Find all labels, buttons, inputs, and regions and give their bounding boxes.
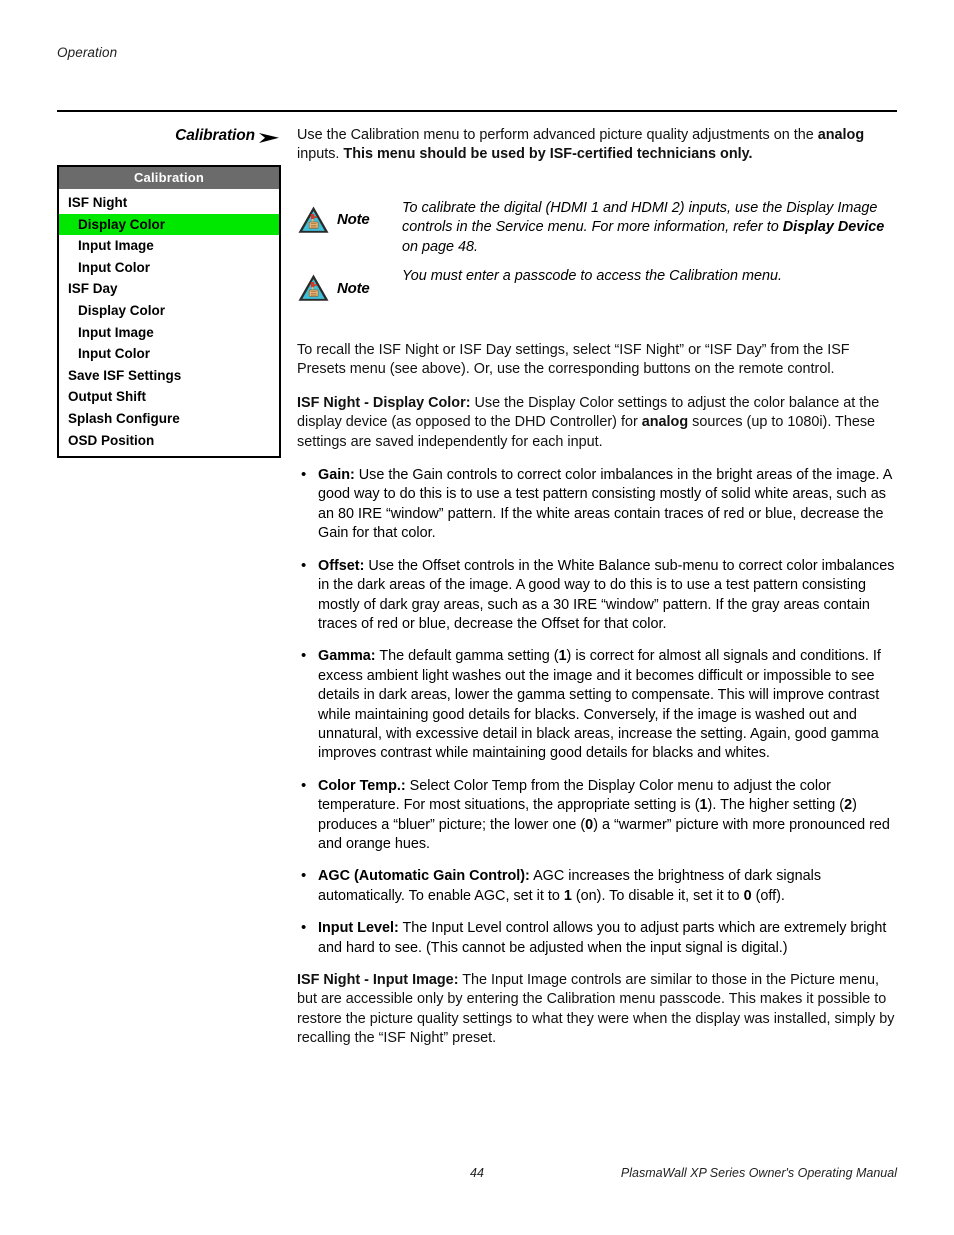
bullet-term: AGC (Automatic Gain Control):: [318, 868, 530, 885]
intro-bold-warning: This menu should be used by ISF-certifie…: [343, 146, 753, 163]
document-page: Operation Calibration Calibration ISF Ni…: [0, 0, 954, 1235]
bullet-value: 1: [563, 887, 572, 904]
right-arrow-icon: [259, 133, 279, 143]
note-text: To calibrate the digital (HDMI 1 and HDM…: [402, 197, 897, 257]
osd-menu-item[interactable]: Input Color: [59, 257, 279, 279]
recall-paragraph: To recall the ISF Night or ISF Day setti…: [297, 342, 850, 378]
note-text-part-1: You must enter a passcode to access the …: [402, 268, 782, 285]
note-label: Note: [337, 211, 370, 229]
footer-manual-title: PlasmaWall XP Series Owner's Operating M…: [620, 1166, 897, 1180]
osd-menu-item[interactable]: Output Shift: [59, 386, 279, 408]
settings-bullet-list: Gain: Use the Gain controls to correct c…: [297, 465, 897, 958]
note-text-part-2: on page 48.: [402, 238, 479, 255]
osd-menu-item[interactable]: Display Color: [59, 213, 279, 236]
bullet-text-c: (off).: [751, 887, 785, 904]
osd-menu-item[interactable]: Save ISF Settings: [59, 365, 279, 387]
osd-menu-item[interactable]: Input Image: [59, 235, 279, 257]
bullet-value: 0: [743, 887, 752, 904]
note-text-bold: Display Device: [782, 219, 885, 236]
osd-menu-item[interactable]: ISF Day: [59, 278, 279, 300]
display-color-bold-analog: analog: [641, 414, 689, 431]
bullet-term: Gamma:: [318, 648, 376, 665]
bullet-term: Input Level:: [318, 920, 399, 937]
note-hand-triangle-icon: [298, 206, 329, 233]
bullet-term: Offset:: [318, 557, 365, 574]
input-image-heading: ISF Night - Input Image:: [297, 972, 459, 988]
osd-menu-item[interactable]: Input Image: [59, 322, 279, 344]
bullet-gain: Gain: Use the Gain controls to correct c…: [297, 465, 897, 544]
bullet-text-b: (on). To disable it, set it to: [571, 887, 744, 904]
display-color-paragraph: ISF Night - Display Color: Use the Displ…: [297, 394, 897, 452]
intro-text-2: inputs.: [297, 146, 344, 163]
margin-callout-label: Calibration: [175, 127, 255, 144]
bullet-text-b: ) is correct for almost all signals and …: [318, 648, 881, 762]
note-badge: Note: [297, 197, 402, 235]
bullet-color-temp: Color Temp.: Select Color Temp from the …: [297, 776, 897, 855]
bullet-input-level: Input Level: The Input Level control all…: [297, 918, 897, 958]
running-head: Operation: [57, 45, 118, 60]
osd-menu-item[interactable]: Input Color: [59, 343, 279, 365]
note-block: Note You must enter a passcode to access…: [297, 265, 897, 303]
osd-menu-list: ISF Night Display Color Input Image Input C…: [59, 189, 279, 456]
bullet-text: Use the Gain controls to correct color i…: [318, 467, 892, 542]
note-label: Note: [337, 279, 370, 297]
body-column: Use the Calibration menu to perform adva…: [297, 126, 897, 1063]
bullet-text-a: The default gamma setting (: [375, 648, 559, 665]
bullet-text: The Input Level control allows you to ad…: [318, 920, 887, 956]
display-color-heading: ISF Night - Display Color:: [297, 394, 471, 411]
osd-menu-item[interactable]: OSD Position: [59, 430, 279, 452]
note-block: Note To calibrate the digital (HDMI 1 an…: [297, 197, 897, 257]
bullet-text-b: ). The higher setting (: [707, 797, 845, 814]
bullet-offset: Offset: Use the Offset controls in the W…: [297, 556, 897, 635]
osd-menu-item[interactable]: Splash Configure: [59, 408, 279, 430]
input-image-paragraph: ISF Night - Input Image: The Input Image…: [297, 971, 897, 1049]
osd-menu-title: Calibration: [59, 167, 279, 189]
osd-menu-item[interactable]: ISF Night: [59, 192, 279, 214]
bullet-value: 1: [699, 797, 708, 814]
note-badge: Note: [297, 265, 402, 303]
bullet-value: 1: [558, 648, 567, 665]
intro-paragraph: Use the Calibration menu to perform adva…: [297, 126, 897, 165]
osd-calibration-menu: Calibration ISF Night Display Color Input …: [57, 165, 281, 459]
header-rule: [57, 110, 897, 112]
bullet-term: Gain:: [318, 467, 355, 484]
intro-bold-analog: analog: [817, 127, 865, 143]
note-text: You must enter a passcode to access the …: [402, 265, 897, 286]
bullet-value: 0: [585, 816, 594, 833]
bullet-term: Color Temp.:: [318, 777, 406, 794]
bullet-text: Use the Offset controls in the White Bal…: [318, 557, 895, 632]
bullet-agc: AGC (Automatic Gain Control): AGC increa…: [297, 866, 897, 906]
intro-text-1: Use the Calibration menu to perform adva…: [297, 127, 818, 143]
osd-menu-item[interactable]: Display Color: [59, 300, 279, 322]
bullet-gamma: Gamma: The default gamma setting (1) is …: [297, 646, 897, 763]
bullet-value: 2: [844, 797, 853, 814]
note-hand-triangle-icon: [298, 274, 329, 301]
